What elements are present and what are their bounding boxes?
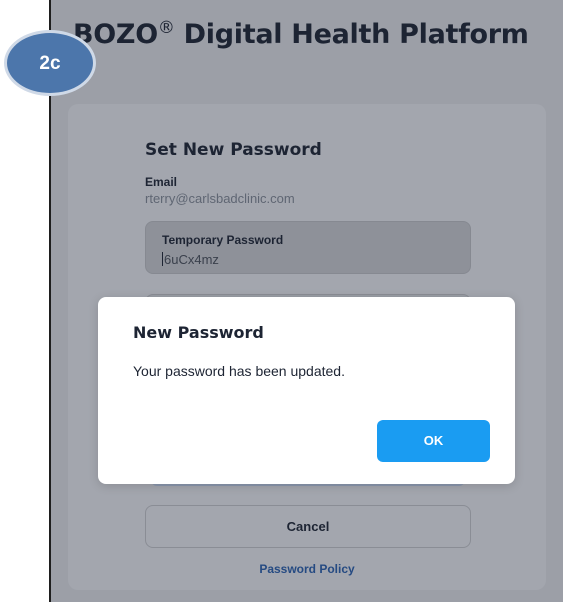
- step-badge: 2c: [4, 30, 96, 96]
- temporary-password-text: 6uCx4mz: [164, 252, 219, 267]
- temporary-password-field[interactable]: Temporary Password 6uCx4mz: [145, 221, 471, 274]
- password-policy-link[interactable]: Password Policy: [68, 562, 546, 576]
- app-title-suffix: Digital Health Platform: [174, 19, 529, 50]
- temporary-password-value: 6uCx4mz: [162, 252, 219, 267]
- dialog-message: Your password has been updated.: [133, 363, 345, 379]
- dialog-title: New Password: [133, 323, 264, 342]
- temporary-password-label: Temporary Password: [162, 233, 284, 247]
- email-value: rterry@carlsbadclinic.com: [145, 191, 295, 206]
- password-updated-dialog: New Password Your password has been upda…: [98, 297, 515, 484]
- email-label: Email: [145, 175, 178, 189]
- ok-button[interactable]: OK: [377, 420, 490, 462]
- cancel-button[interactable]: Cancel: [145, 505, 471, 548]
- text-cursor: [162, 252, 163, 266]
- app-title: BOZO® Digital Health Platform: [73, 18, 529, 50]
- form-title: Set New Password: [145, 140, 322, 160]
- registered-mark: ®: [157, 18, 175, 38]
